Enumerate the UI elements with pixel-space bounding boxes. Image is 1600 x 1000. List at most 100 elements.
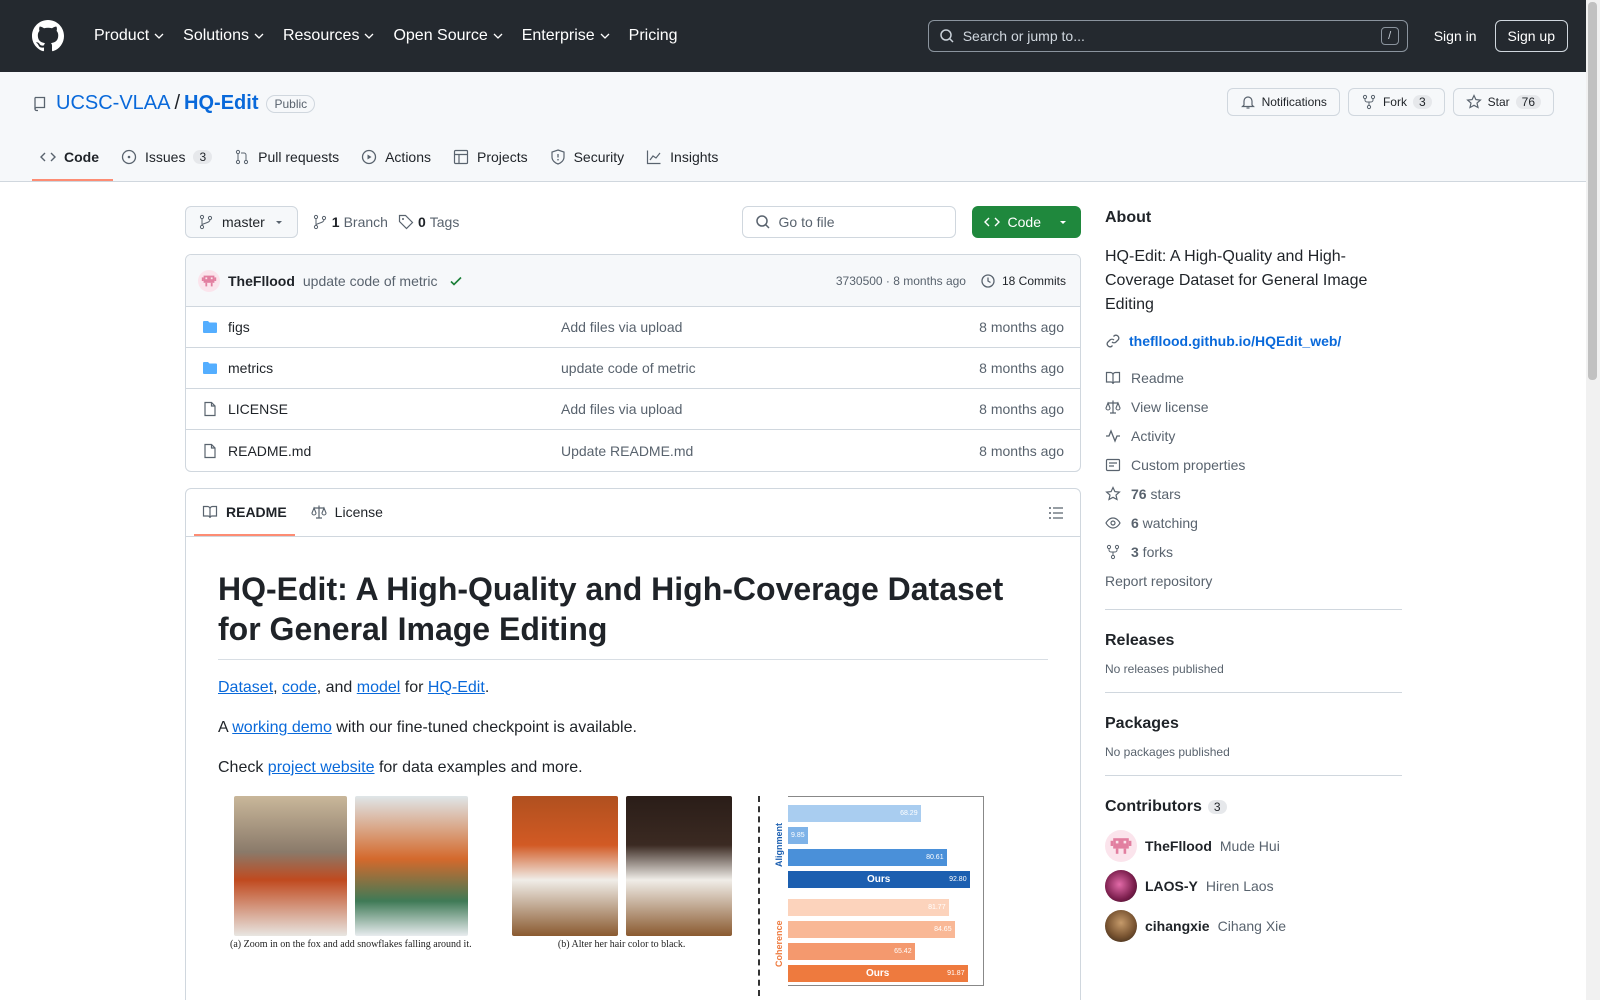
commits-history-link[interactable]: 18 Commits: [980, 273, 1066, 289]
file-date: 8 months ago: [979, 319, 1064, 335]
branch-icon: [199, 214, 213, 230]
view-license-link[interactable]: View license: [1105, 392, 1402, 421]
about-description: HQ-Edit: A High-Quality and High-Coverag…: [1105, 248, 1368, 313]
nav-product[interactable]: Product: [86, 18, 173, 54]
nav-resources[interactable]: Resources: [275, 18, 383, 54]
file-name-link[interactable]: metrics: [228, 360, 561, 376]
tag-count: 0: [417, 214, 426, 230]
commit-author-link[interactable]: TheFllood: [228, 273, 295, 289]
activity-link[interactable]: Activity: [1105, 421, 1402, 450]
text: with our fine-tuned checkpoint is availa…: [331, 719, 637, 736]
bar-value-label: 9.85: [790, 832, 805, 839]
play-icon: [361, 149, 377, 165]
model-link[interactable]: model: [357, 679, 401, 696]
contributor-item[interactable]: LAOS-Y Hiren Laos: [1105, 866, 1402, 906]
contributors-heading[interactable]: Contributors 3: [1105, 798, 1402, 816]
issues-count: 3: [193, 150, 213, 164]
sign-up-button[interactable]: Sign up: [1494, 20, 1568, 52]
sign-in-link[interactable]: Sign in: [1424, 22, 1487, 50]
branch-icon: [313, 214, 326, 230]
table-row[interactable]: README.md Update README.md 8 months ago: [186, 430, 1080, 471]
tab-code[interactable]: Code: [32, 149, 113, 181]
global-search-input[interactable]: Search or jump to... /: [927, 20, 1408, 52]
page-scrollbar[interactable]: [1586, 0, 1600, 1000]
forks-link[interactable]: 3 forks: [1105, 537, 1402, 566]
tab-issues[interactable]: Issues 3: [113, 149, 226, 181]
file-commit-message[interactable]: Add files via upload: [561, 401, 979, 417]
tab-label: Code: [64, 149, 99, 165]
nav-open-source[interactable]: Open Source: [385, 18, 511, 54]
custom-properties-link[interactable]: Custom properties: [1105, 450, 1402, 479]
notifications-button[interactable]: Notifications: [1226, 88, 1340, 116]
stars-link[interactable]: 76 stars: [1105, 479, 1402, 508]
file-name-link[interactable]: README.md: [228, 443, 561, 459]
branches-link[interactable]: 1 Branch: [312, 214, 388, 230]
tab-security[interactable]: Security: [542, 149, 639, 181]
tab-insights[interactable]: Insights: [638, 149, 732, 181]
list-unordered-icon[interactable]: [1048, 505, 1064, 521]
repo-owner-link[interactable]: UCSC-VLAA: [56, 92, 170, 115]
commit-message-link[interactable]: update code of metric: [303, 273, 438, 289]
file-commit-message[interactable]: Add files via upload: [561, 319, 979, 335]
table-row[interactable]: figs Add files via upload 8 months ago: [186, 307, 1080, 348]
report-repository-link[interactable]: Report repository: [1105, 566, 1402, 595]
fork-button[interactable]: Fork 3: [1347, 88, 1445, 116]
tags-link[interactable]: 0 Tags: [398, 214, 459, 230]
file-name-link[interactable]: figs: [228, 319, 561, 335]
nav-enterprise[interactable]: Enterprise: [514, 18, 619, 54]
coherence-bar: Ours 91.87: [787, 965, 968, 982]
bar-value-label: 91.87: [947, 970, 965, 977]
code-dropdown-button[interactable]: Code: [971, 206, 1081, 238]
releases-heading[interactable]: Releases: [1105, 632, 1402, 650]
tab-actions[interactable]: Actions: [353, 149, 445, 181]
bell-icon: [1240, 96, 1255, 109]
homepage-link[interactable]: thefllood.github.io/HQEdit_web/: [1105, 333, 1402, 349]
packages-heading[interactable]: Packages: [1105, 715, 1402, 733]
code-link[interactable]: code: [282, 679, 317, 696]
text: A: [218, 719, 233, 736]
tab-label: Insights: [670, 149, 719, 165]
avatar[interactable]: [1105, 830, 1137, 862]
tab-projects[interactable]: Projects: [445, 149, 542, 181]
file-name-link[interactable]: LICENSE: [228, 401, 561, 417]
contributor-item[interactable]: TheFllood Mude Hui: [1105, 826, 1402, 866]
contributor-item[interactable]: cihangxie Cihang Xie: [1105, 906, 1402, 946]
text: for data examples and more.: [374, 759, 583, 776]
readme-link[interactable]: Readme: [1105, 363, 1402, 392]
dataset-link[interactable]: Dataset: [218, 679, 273, 696]
tab-label: Security: [573, 149, 625, 165]
commit-meta[interactable]: 3730500 · 8 months ago: [836, 274, 966, 288]
side-item-label: Readme: [1131, 369, 1184, 386]
watching-link[interactable]: 6 watching: [1105, 508, 1402, 537]
issue-icon: [121, 149, 137, 165]
bar-value-label: 84.65: [934, 926, 952, 933]
tab-license[interactable]: License: [303, 504, 391, 536]
alignment-bar: 9.85: [787, 827, 808, 844]
go-to-file-input[interactable]: Go to file: [741, 206, 956, 238]
eye-icon: [1105, 516, 1121, 529]
hq-edit-link[interactable]: HQ-Edit: [428, 679, 485, 696]
nav-solutions[interactable]: Solutions: [175, 18, 273, 54]
avatar[interactable]: [198, 269, 220, 292]
tab-readme[interactable]: README: [194, 504, 295, 536]
avatar[interactable]: [1105, 870, 1137, 902]
file-commit-message[interactable]: Update README.md: [561, 443, 979, 459]
file-icon: [202, 443, 218, 459]
file-commit-message[interactable]: update code of metric: [561, 360, 979, 376]
star-button[interactable]: Star 76: [1452, 88, 1554, 116]
project-website-link[interactable]: project website: [268, 759, 375, 776]
avatar[interactable]: [1105, 910, 1137, 942]
tag-icon: [398, 214, 414, 230]
branch-select-button[interactable]: master: [185, 206, 298, 238]
law-icon: [311, 505, 327, 519]
check-icon[interactable]: [448, 273, 464, 289]
table-row[interactable]: metrics update code of metric 8 months a…: [186, 348, 1080, 389]
repo-name-link[interactable]: HQ-Edit: [184, 92, 258, 115]
tab-pull-requests[interactable]: Pull requests: [226, 149, 353, 181]
table-row[interactable]: LICENSE Add files via upload 8 months ag…: [186, 389, 1080, 430]
nav-pricing[interactable]: Pricing: [621, 18, 686, 54]
working-demo-link[interactable]: working demo: [232, 719, 332, 736]
github-logo-icon[interactable]: [32, 20, 64, 52]
scrollbar-thumb[interactable]: [1588, 2, 1597, 380]
side-item-label: 6 watching: [1131, 515, 1198, 531]
